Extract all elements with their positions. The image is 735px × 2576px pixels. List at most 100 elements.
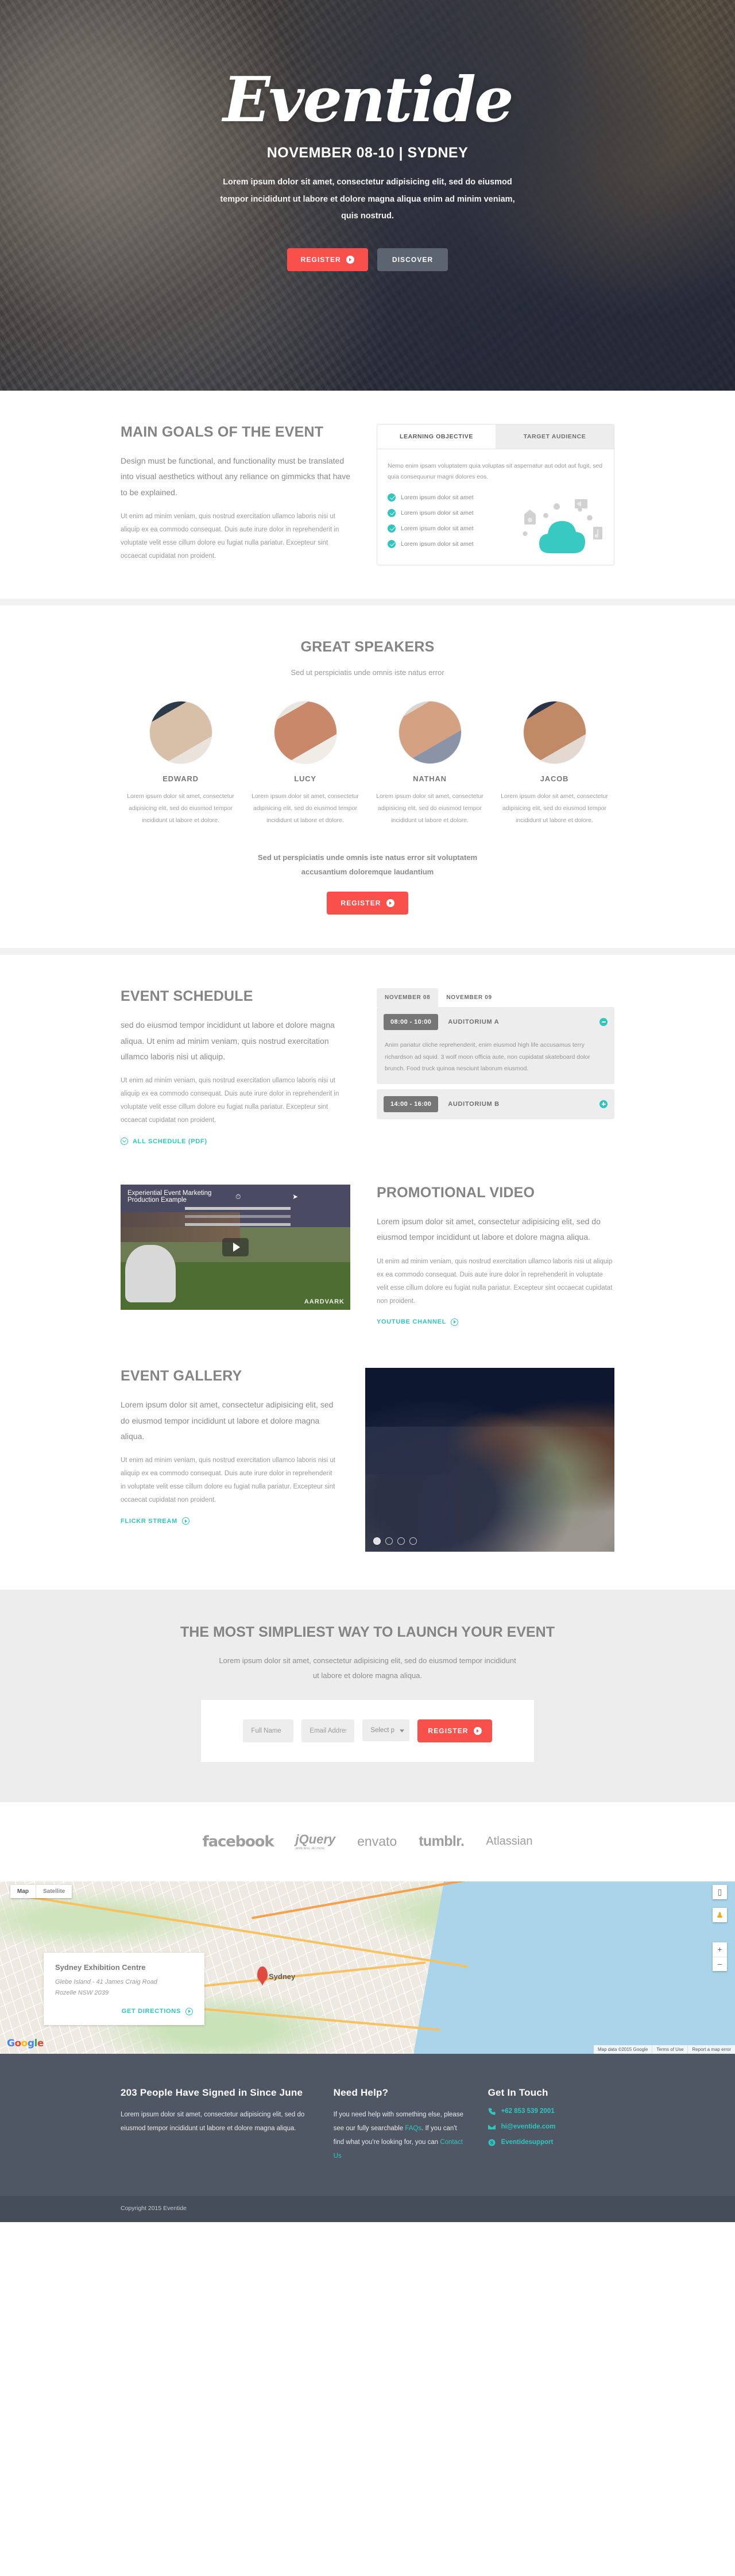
carousel-dot-4[interactable] bbox=[409, 1537, 417, 1545]
list-item: Lorem ipsum dolor sit amet bbox=[388, 508, 604, 517]
speaker-card[interactable]: NATHAN Lorem ipsum dolor sit amet, conse… bbox=[374, 700, 485, 827]
site-footer: 203 People Have Signed in Since June Lor… bbox=[0, 2053, 735, 2223]
slot-time: 14:00 - 16:00 bbox=[384, 1096, 439, 1112]
arrow-right-icon bbox=[386, 899, 394, 908]
share-icon[interactable]: ➤ bbox=[292, 1193, 343, 1201]
full-name-input[interactable] bbox=[243, 1719, 294, 1742]
footer-help-column: Need Help? If you need help with somethi… bbox=[334, 2087, 465, 2164]
contact-skype[interactable]: S Eventidesupport bbox=[488, 2139, 614, 2146]
event-schedule-section: EVENT SCHEDULE sed do eiusmod tempor inc… bbox=[0, 955, 735, 1179]
signup-count: 203 bbox=[121, 2087, 137, 2098]
map-type-map[interactable]: Map bbox=[10, 1885, 36, 1898]
report-map-error-link[interactable]: Report a map error bbox=[687, 2045, 735, 2054]
zoom-out-button[interactable]: − bbox=[713, 1956, 727, 1971]
map-credits: Map data ©2015 Google Terms of Use Repor… bbox=[593, 2045, 735, 2054]
cta-register-button[interactable]: REGISTER bbox=[417, 1719, 492, 1742]
facebook-logo[interactable]: facebook bbox=[203, 1833, 274, 1850]
carousel-dot-2[interactable] bbox=[385, 1537, 393, 1545]
expand-plus-icon[interactable] bbox=[599, 1100, 608, 1108]
speakers-register-button[interactable]: REGISTER bbox=[327, 892, 408, 915]
pegman-icon[interactable]: ♟ bbox=[713, 1908, 727, 1922]
venue-map-section[interactable]: Map Satellite Sydney Exhibition Centre G… bbox=[0, 1881, 735, 2054]
map-marker-pin[interactable] bbox=[257, 1966, 268, 1981]
footer-help-text: If you need help with something else, pl… bbox=[334, 2108, 465, 2164]
gallery-carousel[interactable] bbox=[365, 1368, 614, 1552]
flickr-stream-label: FLICKR STREAM bbox=[121, 1517, 177, 1525]
hero-discover-label: DISCOVER bbox=[392, 256, 434, 264]
get-directions-link[interactable]: GET DIRECTIONS bbox=[122, 2007, 193, 2015]
goals-panel-text: Nemo enim ipsam voluptatem quia voluptas… bbox=[388, 462, 603, 481]
goals-lead: Design must be functional, and functiona… bbox=[121, 456, 350, 497]
venue-info-card: Sydney Exhibition Centre Glebe Island - … bbox=[44, 1952, 204, 2026]
speaker-card[interactable]: JACOB Lorem ipsum dolor sit amet, consec… bbox=[499, 700, 610, 827]
speaker-name: NATHAN bbox=[413, 774, 447, 783]
registration-cta-section: THE MOST SIMPLIEST WAY TO LAUNCH YOUR EV… bbox=[0, 1590, 735, 1802]
map-fullscreen-control: ▯ bbox=[713, 1884, 727, 1899]
terms-of-use-link[interactable]: Terms of Use bbox=[652, 2045, 687, 2054]
tab-learning-objective[interactable]: LEARNING OBJECTIVE bbox=[377, 425, 496, 449]
hero-register-label: REGISTER bbox=[300, 256, 341, 264]
hero-date-location: NOVEMBER 08-10 | SYDNEY bbox=[266, 145, 469, 161]
speakers-footer-line1: Sed ut perspiciatis unde omnis iste natu… bbox=[257, 853, 478, 862]
video-player[interactable]: Experiential Event Marketing Production … bbox=[121, 1185, 350, 1310]
plan-select[interactable]: Select plan bbox=[362, 1719, 410, 1741]
speaker-bio: Lorem ipsum dolor sit amet, consectetur … bbox=[376, 792, 483, 824]
map-type-switcher: Map Satellite bbox=[10, 1884, 72, 1898]
speaker-card[interactable]: LUCY Lorem ipsum dolor sit amet, consect… bbox=[250, 700, 361, 827]
venue-name: Sydney Exhibition Centre bbox=[55, 1962, 146, 1972]
promotional-video-section: Experiential Event Marketing Production … bbox=[0, 1179, 735, 1360]
email-input[interactable] bbox=[301, 1719, 355, 1742]
envato-logo[interactable]: envato bbox=[357, 1834, 397, 1849]
download-icon bbox=[121, 1137, 128, 1146]
jquery-logo-name: jQuery bbox=[295, 1831, 336, 1846]
arrow-right-icon bbox=[451, 1318, 459, 1326]
hero-discover-button[interactable]: DISCOVER bbox=[377, 248, 448, 272]
flickr-stream-link[interactable]: FLICKR STREAM bbox=[121, 1517, 189, 1525]
copyright-text: Copyright 2015 Eventide bbox=[121, 2205, 187, 2212]
tab-target-audience[interactable]: TARGET AUDIENCE bbox=[496, 425, 614, 449]
tab-november-09[interactable]: NOVEMBER 09 bbox=[438, 988, 500, 1007]
carousel-dot-3[interactable] bbox=[397, 1537, 405, 1545]
collapse-minus-icon[interactable] bbox=[599, 1018, 608, 1027]
map-type-satellite[interactable]: Satellite bbox=[36, 1884, 72, 1898]
speaker-name: EDWARD bbox=[163, 774, 199, 783]
video-title-bar: Experiential Event Marketing Production … bbox=[127, 1190, 343, 1204]
watch-later-icon[interactable]: ⏱ bbox=[235, 1193, 287, 1201]
goals-tab-card: LEARNING OBJECTIVE TARGET AUDIENCE Nemo … bbox=[377, 424, 614, 565]
atlassian-logo[interactable]: Atlassian bbox=[486, 1835, 532, 1848]
speaker-card[interactable]: EDWARD Lorem ipsum dolor sit amet, conse… bbox=[125, 700, 236, 827]
venue-address-line1: Glebe Island - 41 James Craig Road bbox=[55, 1978, 157, 1985]
hero-section: Eventide NOVEMBER 08-10 | SYDNEY Lorem i… bbox=[0, 0, 735, 391]
list-item: Lorem ipsum dolor sit amet bbox=[388, 539, 604, 548]
footer-signups-column: 203 People Have Signed in Since June Lor… bbox=[121, 2087, 311, 2164]
carousel-dot-1[interactable] bbox=[373, 1537, 381, 1545]
speaker-name: JACOB bbox=[540, 774, 569, 783]
tumblr-logo[interactable]: tumblr. bbox=[419, 1833, 465, 1850]
section-divider bbox=[0, 598, 735, 606]
schedule-slot-header[interactable]: 08:00 - 10:00 AUDITORIUM A bbox=[384, 1014, 608, 1031]
sponsor-logo-row: facebook jQuery write less, do more. env… bbox=[0, 1833, 735, 1850]
google-logo: Google bbox=[7, 2037, 44, 2049]
phone-value: +62 853 539 2001 bbox=[501, 2108, 555, 2115]
zoom-in-button[interactable]: + bbox=[713, 1942, 727, 1957]
faqs-link[interactable]: FAQs bbox=[405, 2125, 421, 2132]
schedule-title: EVENT SCHEDULE bbox=[121, 988, 253, 1005]
site-logo: Eventide bbox=[223, 64, 513, 136]
goals-tab-panel: Nemo enim ipsam voluptatem quia voluptas… bbox=[377, 449, 614, 565]
youtube-channel-link[interactable]: YOUTUBE CHANNEL bbox=[377, 1318, 459, 1326]
contact-phone[interactable]: +62 853 539 2001 bbox=[488, 2108, 614, 2115]
jquery-logo[interactable]: jQuery write less, do more. bbox=[295, 1833, 335, 1850]
video-title: Experiential Event Marketing Production … bbox=[127, 1190, 212, 1204]
all-schedule-pdf-link[interactable]: ALL SCHEDULE (PDF) bbox=[121, 1137, 207, 1146]
skype-icon: S bbox=[488, 2139, 495, 2146]
tab-november-08[interactable]: NOVEMBER 08 bbox=[377, 988, 439, 1008]
schedule-slot-header[interactable]: 14:00 - 16:00 AUDITORIUM B bbox=[384, 1096, 608, 1112]
speakers-cta-row: REGISTER bbox=[121, 892, 614, 915]
goals-title: MAIN GOALS OF THE EVENT bbox=[121, 424, 324, 440]
hero-register-button[interactable]: REGISTER bbox=[287, 248, 368, 272]
play-button[interactable] bbox=[222, 1238, 249, 1257]
goals-tab-list: LEARNING OBJECTIVE TARGET AUDIENCE bbox=[377, 425, 614, 449]
event-gallery-section: EVENT GALLERY Lorem ipsum dolor sit amet… bbox=[0, 1360, 735, 1590]
fullscreen-icon[interactable]: ▯ bbox=[713, 1885, 727, 1899]
contact-email[interactable]: hi@eventide.com bbox=[488, 2123, 614, 2131]
